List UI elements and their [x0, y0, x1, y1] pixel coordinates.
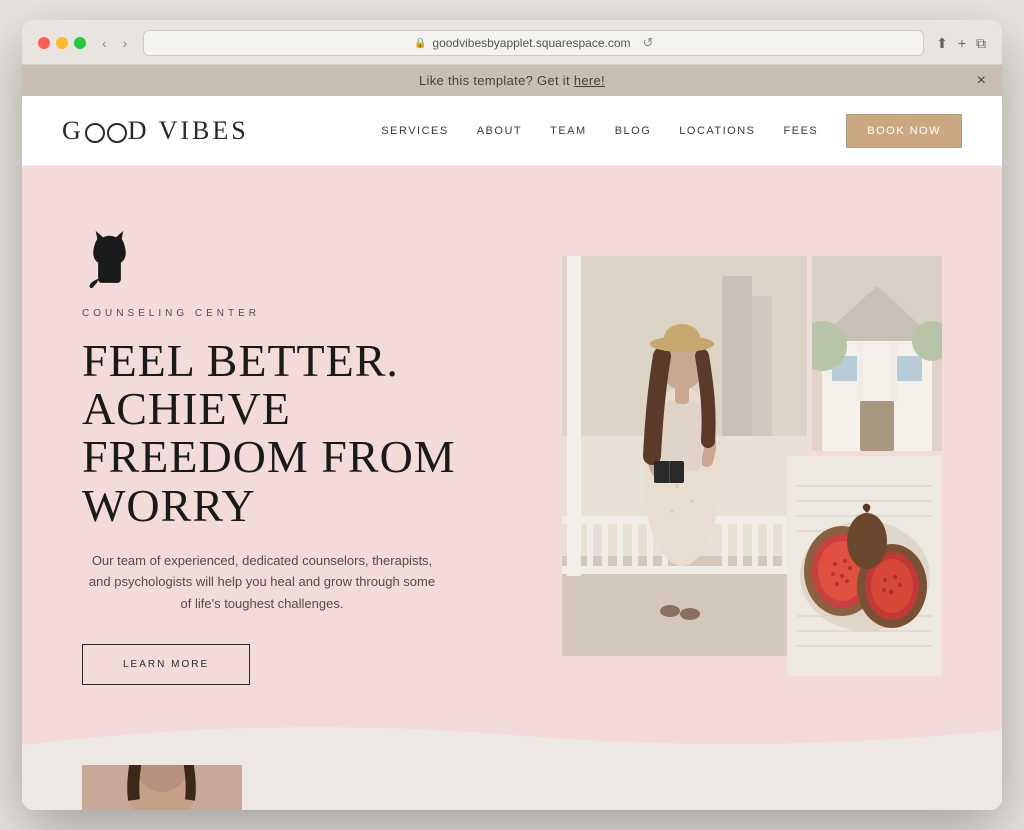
windows-icon[interactable]: ⧉ — [976, 35, 986, 52]
nav-team[interactable]: TEAM — [550, 125, 587, 137]
reload-icon[interactable]: ↺ — [643, 35, 654, 51]
nav-services[interactable]: SERVICES — [381, 125, 448, 137]
address-bar[interactable]: 🔒 goodvibesbyapplet.squarespace.com ↺ — [143, 30, 924, 56]
learn-more-button[interactable]: LEARN MORE — [82, 644, 250, 685]
traffic-lights — [38, 37, 86, 49]
bottom-preview-image — [82, 765, 242, 810]
nav-links: SERVICES ABOUT TEAM BLOG LOCATIONS FEES … — [381, 114, 962, 148]
announcement-bar: Like this template? Get it here! × — [22, 65, 1002, 96]
url-text: goodvibesbyapplet.squarespace.com — [432, 36, 630, 50]
main-photo — [562, 256, 807, 656]
traffic-light-green[interactable] — [74, 37, 86, 49]
back-button[interactable]: ‹ — [98, 33, 111, 53]
hero-title-line1: FEEL BETTER. ACHIEVE — [82, 335, 399, 434]
website-content: Like this template? Get it here! × GD VI… — [22, 65, 1002, 810]
hero-right — [512, 166, 942, 765]
announcement-close-button[interactable]: × — [977, 72, 986, 90]
hero-section: COUNSELING CENTER FEEL BETTER. ACHIEVE F… — [22, 166, 1002, 765]
browser-chrome: ‹ › 🔒 goodvibesbyapplet.squarespace.com … — [22, 20, 1002, 65]
announcement-link[interactable]: here! — [574, 73, 605, 88]
nav-about[interactable]: ABOUT — [477, 125, 522, 137]
book-now-button[interactable]: BOOK NOW — [846, 114, 962, 148]
share-icon[interactable]: ⬆ — [936, 35, 948, 52]
hero-description: Our team of experienced, dedicated couns… — [82, 550, 442, 614]
bottom-strip — [22, 765, 1002, 810]
hero-subtitle: COUNSELING CENTER — [82, 308, 512, 319]
hero-title: FEEL BETTER. ACHIEVE FREEDOM FROM WORRY — [82, 337, 512, 530]
figs-photo — [787, 456, 942, 676]
traffic-light-red[interactable] — [38, 37, 50, 49]
announcement-text: Like this template? Get it here! — [419, 73, 605, 88]
nav-blog[interactable]: BLOG — [615, 125, 652, 137]
new-tab-icon[interactable]: + — [958, 35, 966, 51]
preview-svg — [82, 765, 242, 810]
figs-photo-svg — [787, 456, 942, 676]
browser-nav-controls: ‹ › — [98, 33, 131, 53]
nav-locations[interactable]: LOCATIONS — [679, 125, 755, 137]
house-exterior-photo — [812, 256, 942, 451]
traffic-light-yellow[interactable] — [56, 37, 68, 49]
nav-fees[interactable]: FEES — [784, 125, 819, 137]
woman-porch-photo — [562, 256, 807, 656]
lock-icon: 🔒 — [414, 38, 426, 49]
browser-right-controls: ⬆ + ⧉ — [936, 35, 986, 52]
cat-decoration — [82, 226, 512, 296]
hero-wave-decoration — [22, 715, 1002, 765]
forward-button[interactable]: › — [119, 33, 132, 53]
cat-icon — [82, 226, 137, 291]
photo-collage — [562, 256, 942, 676]
navbar: GD VIBES SERVICES ABOUT TEAM BLOG LOCATI… — [22, 96, 1002, 166]
hero-title-line2: FREEDOM FROM WORRY — [82, 431, 456, 530]
site-logo[interactable]: GD VIBES — [62, 116, 249, 146]
house-photo — [812, 256, 942, 451]
hero-left: COUNSELING CENTER FEEL BETTER. ACHIEVE F… — [82, 166, 512, 765]
browser-window: ‹ › 🔒 goodvibesbyapplet.squarespace.com … — [22, 20, 1002, 810]
